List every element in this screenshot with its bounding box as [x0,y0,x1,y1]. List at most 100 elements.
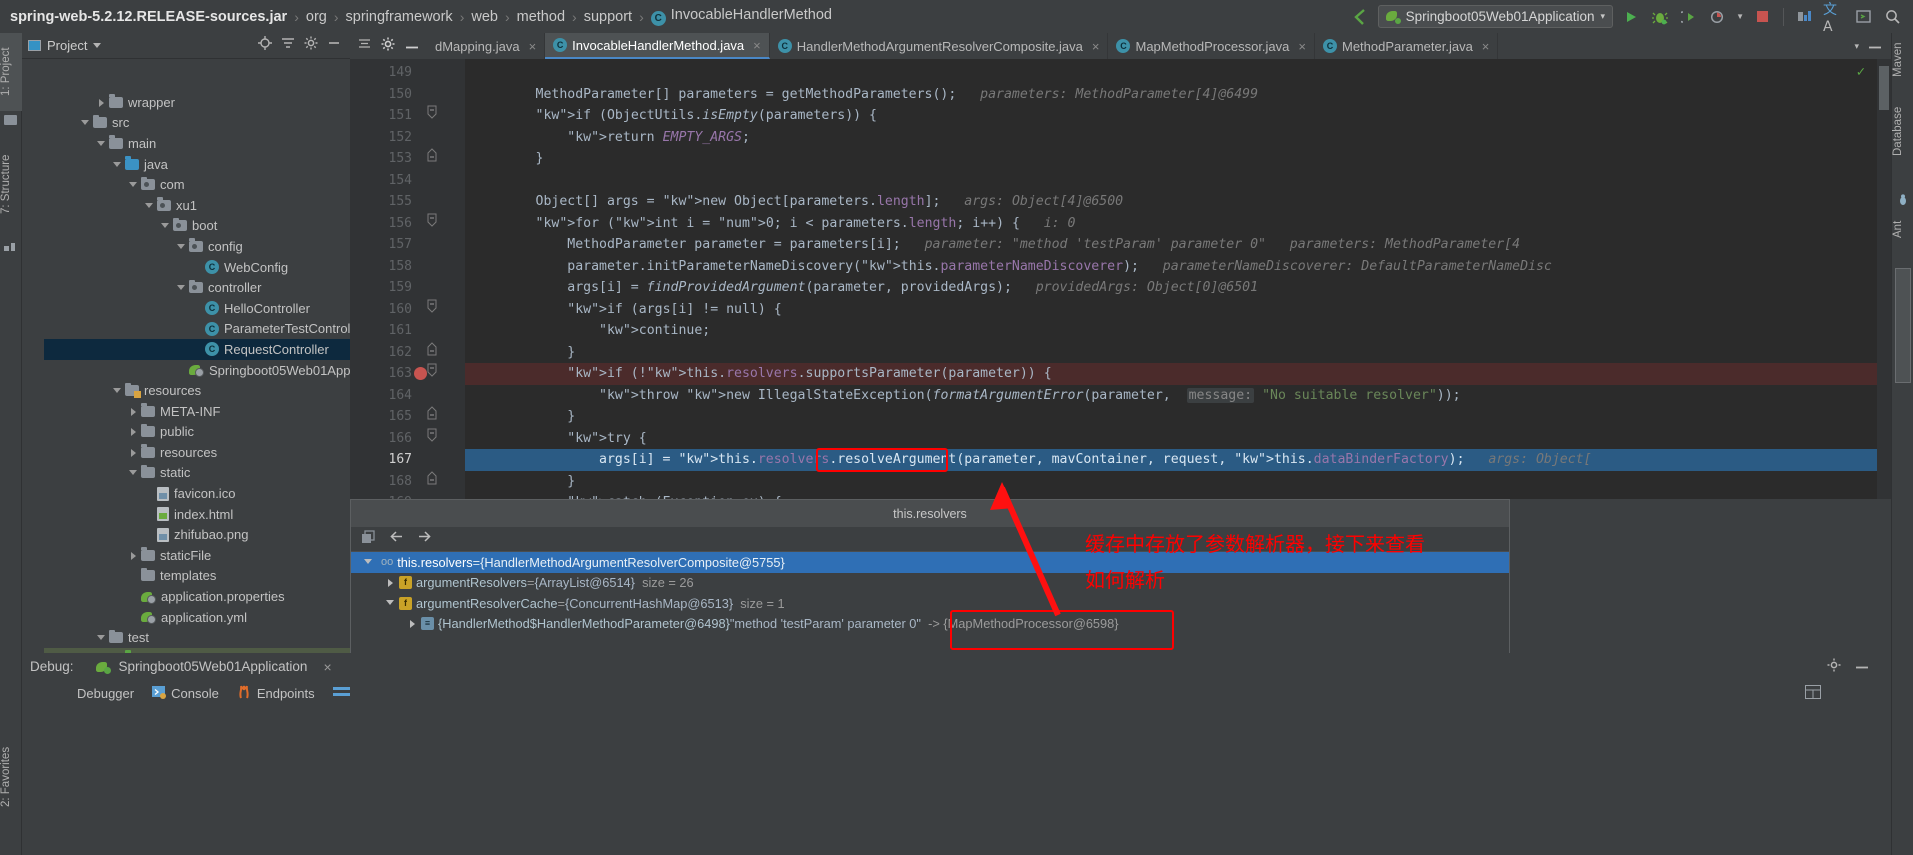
folder-icon[interactable] [4,115,17,125]
back-arrow-icon[interactable] [1349,6,1371,28]
code-line-151[interactable]: 151 "kw">if (ObjectUtils.isEmpty(paramet… [350,105,1891,127]
code-line-166[interactable]: 166 "kw">try { [350,428,1891,450]
code-fold-icon[interactable] [426,341,438,365]
tree-item-static[interactable]: static [44,463,372,484]
code-line-159[interactable]: 159 args[i] = findProvidedArgument(param… [350,277,1891,299]
code-line-167[interactable]: 167 args[i] = "kw">this.resolvers.resolv… [350,449,1891,471]
search-everywhere-icon[interactable] [1881,6,1903,28]
table-layout-icon[interactable] [1805,684,1841,702]
project-tree[interactable]: wrapper src main java com xu1 boot config C WebCo… [44,92,372,686]
breadcrumb-item-web[interactable]: web [464,9,505,25]
chevron-down-icon[interactable] [363,556,375,568]
inspection-ok-icon[interactable]: ✓ [1857,64,1865,80]
editor-tabs[interactable]: dMapping.java × C InvocableHandlerMethod.ja… [427,33,1499,59]
code-line-154[interactable]: 154 [350,170,1891,192]
tree-item-zhifubao-png[interactable]: zhifubao.png [44,524,372,545]
locate-icon[interactable] [258,36,272,55]
tree-item-src[interactable]: src [44,113,372,134]
run-with-coverage-button[interactable] [1678,6,1700,28]
editor-tab-mapmethodprocessor[interactable]: C MapMethodProcessor.java × [1108,33,1315,59]
translate-button[interactable]: 文A [1823,2,1845,35]
code-fold-icon[interactable] [426,363,438,386]
tree-item-springboot05web01application[interactable]: Springboot05Web01Application [44,360,372,381]
sidebar-item-ant[interactable]: Ant [1892,211,1913,247]
sidebar-item-database[interactable]: Database [1892,95,1913,167]
chevron-down-icon[interactable] [385,597,397,609]
code-line-150[interactable]: 150 MethodParameter[] parameters = getMe… [350,84,1891,106]
debug-config-name[interactable]: Springboot05Web01Application [119,659,308,674]
gear-icon[interactable] [381,37,395,56]
hide-tabs-icon[interactable] [1868,37,1882,55]
breadcrumb-item-org[interactable]: org [299,9,334,25]
copy-value-icon[interactable] [361,529,376,549]
hide-panel-icon[interactable] [327,36,341,55]
code-fold-icon[interactable] [426,470,438,494]
chevron-right-icon[interactable] [96,97,107,108]
run-configuration-selector[interactable]: Springboot05Web01Application ▾ [1377,5,1614,28]
terminal-button[interactable] [1852,6,1874,28]
stop-button[interactable] [1751,6,1773,28]
tree-item-webconfig[interactable]: C WebConfig [44,257,372,278]
code-line-152[interactable]: 152 "kw">return EMPTY_ARGS; [350,127,1891,149]
tree-item-parametertestcontroller[interactable]: C ParameterTestController [44,319,372,340]
tree-item-java[interactable]: java [44,154,372,175]
tab-console[interactable]: Console [152,685,219,702]
gear-icon[interactable] [1827,658,1841,675]
code-line-163[interactable]: 163 "kw">if (!"kw">this.resolvers.suppor… [350,363,1891,385]
tree-item-boot[interactable]: boot [44,216,372,237]
chevron-down-icon[interactable] [96,632,107,643]
sidebar-item-project[interactable]: 1: Project [0,33,22,111]
debug-value-popup[interactable]: this.resolvers oo this.resolvers = {Handl… [350,499,1510,655]
chevron-down-icon[interactable]: ▼ [1736,12,1744,21]
code-fold-icon[interactable] [426,299,438,322]
chevron-right-icon[interactable] [385,577,397,589]
chevron-right-icon[interactable] [128,406,139,417]
tree-item-public[interactable]: public [44,422,372,443]
close-icon[interactable]: × [529,39,537,54]
close-icon[interactable]: × [1298,39,1306,54]
editor-tab-invocablehandlermethod[interactable]: C InvocableHandlerMethod.java × [545,33,770,59]
tree-item-hellocontroller[interactable]: C HelloController [44,298,372,319]
code-line-156[interactable]: 156 "kw">for ("kw">int i = "num">0; i < … [350,213,1891,235]
debug-tabs[interactable]: Debugger Console Endpoints [22,680,1891,706]
minimize-icon[interactable] [1855,658,1869,675]
chevron-down-icon[interactable] [128,467,139,478]
tab-debugger[interactable]: Debugger [72,686,134,701]
sidebar-item-favorites[interactable]: 2: Favorites [0,723,22,831]
back-icon[interactable] [389,530,404,548]
close-icon[interactable]: × [1092,39,1100,54]
code-fold-icon[interactable] [426,428,438,451]
tree-item-application-properties[interactable]: application.properties [44,586,372,607]
chevron-down-icon[interactable] [128,179,139,190]
code-fold-icon[interactable] [426,213,438,236]
tree-item-resources[interactable]: resources [44,442,372,463]
collapse-all-icon[interactable] [281,36,295,55]
breadcrumb-item-support[interactable]: support [577,9,639,25]
editor-tab-dmapping[interactable]: dMapping.java × [427,33,546,59]
breadcrumb-item-springframework[interactable]: springframework [339,9,460,25]
tree-item-templates[interactable]: templates [44,566,372,587]
chevron-down-icon[interactable] [176,282,187,293]
tree-item-test[interactable]: test [44,627,372,648]
chevron-right-icon[interactable] [128,426,139,437]
breadcrumb-item-class[interactable]: C InvocableHandlerMethod [644,7,839,26]
debug-button[interactable] [1649,6,1671,28]
tree-item-xu1[interactable]: xu1 [44,195,372,216]
code-line-160[interactable]: 160 "kw">if (args[i] != null) { [350,299,1891,321]
code-fold-icon[interactable] [426,105,438,128]
code-line-169[interactable]: 169 "kw">catch (Exception ex) { [350,492,1891,499]
code-editor[interactable]: 149 150 MethodParameter[] parameters = ge… [350,59,1891,499]
sidebar-item-structure[interactable]: 7: Structure [0,133,22,235]
debug-variable-row[interactable]: ≡ {HandlerMethod$HandlerMethodParameter@6… [351,614,1509,635]
code-line-162[interactable]: 162 } [350,341,1891,365]
forward-icon[interactable] [417,530,432,548]
chevron-down-icon[interactable] [144,200,155,211]
breadcrumb-item-jar[interactable]: spring-web-5.2.12.RELEASE-sources.jar [8,9,294,25]
chevron-down-icon[interactable] [160,220,171,231]
chevron-down-icon[interactable] [112,385,123,396]
tree-item-favicon-ico[interactable]: favicon.ico [44,483,372,504]
tree-item-staticfile[interactable]: staticFile [44,545,372,566]
sidebar-item-maven[interactable]: Maven [1892,35,1913,85]
breadcrumb-item-method[interactable]: method [510,9,572,25]
close-icon[interactable]: × [753,38,761,53]
